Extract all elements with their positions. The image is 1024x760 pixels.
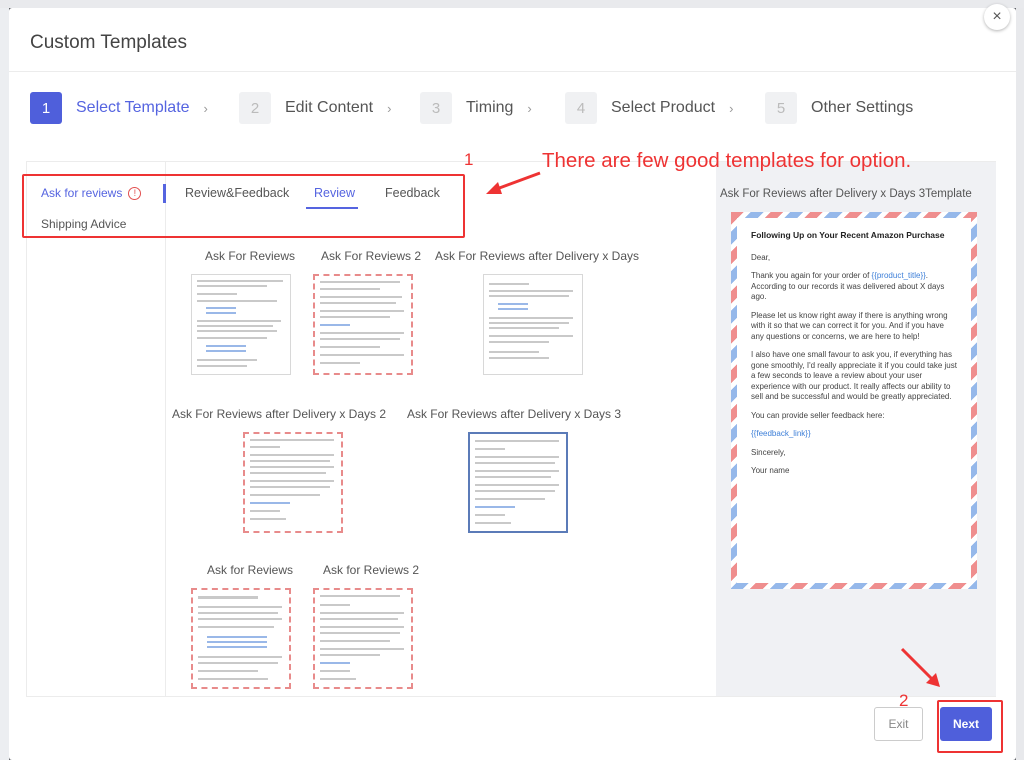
annotation-number: 1 (464, 150, 474, 169)
annotation-box-categories (22, 174, 465, 238)
template-thumbnail[interactable] (313, 588, 413, 689)
step-label: Timing (466, 99, 514, 116)
chevron-right-icon: › (527, 100, 532, 116)
preview-title: Ask For Reviews after Delivery x Days 3T… (720, 188, 972, 200)
chevron-right-icon: › (203, 100, 208, 116)
template-thumbnail[interactable] (191, 588, 291, 689)
letter-paragraph: Thank you again for your order of {{prod… (751, 271, 945, 301)
step-number: 3 (420, 92, 452, 124)
wizard-steps: 1 Select Template › 2 Edit Content › 3 T… (30, 91, 1000, 125)
step-select-template[interactable]: 1 Select Template › (30, 91, 208, 125)
modal-title: Custom Templates (30, 32, 187, 53)
step-select-product[interactable]: 4 Select Product › (565, 91, 733, 125)
placeholder-tag: {{product_title}} (871, 271, 926, 280)
step-other-settings[interactable]: 5 Other Settings (765, 91, 913, 125)
template-thumbnail[interactable] (191, 274, 291, 375)
placeholder-tag: {{feedback_link}} (751, 429, 811, 438)
template-caption: Ask For Reviews after Delivery x Days 2 (171, 407, 387, 421)
step-number: 5 (765, 92, 797, 124)
step-number: 2 (239, 92, 271, 124)
template-caption: Ask for Reviews (206, 563, 294, 577)
template-caption: Ask For Reviews after Delivery x Days (434, 249, 640, 263)
chevron-right-icon: › (387, 100, 392, 116)
step-timing[interactable]: 3 Timing › (420, 91, 532, 125)
letter-body: Following Up on Your Recent Amazon Purch… (737, 218, 971, 583)
template-caption: Ask For Reviews (204, 249, 296, 263)
step-label: Select Template (76, 99, 190, 116)
template-thumbnail[interactable] (483, 274, 583, 375)
template-thumbnail-selected[interactable] (468, 432, 568, 533)
backdrop-left (0, 8, 9, 760)
backdrop-strip (0, 0, 1024, 8)
annotation-note: There are few good templates for option. (542, 149, 912, 172)
template-caption: Ask For Reviews 2 (320, 249, 422, 263)
template-caption: Ask for Reviews 2 (322, 563, 420, 577)
backdrop-right (1016, 8, 1024, 760)
custom-templates-modal: × Custom Templates 1 Select Template › 2… (9, 4, 1016, 760)
template-thumbnail[interactable] (313, 274, 413, 375)
step-edit-content[interactable]: 2 Edit Content › (239, 91, 391, 125)
letter-heading: Following Up on Your Recent Amazon Purch… (751, 230, 945, 240)
template-caption: Ask For Reviews after Delivery x Days 3 (406, 407, 622, 421)
letter-paragraph: I also have one small favour to ask you,… (751, 350, 957, 401)
close-icon[interactable]: × (984, 4, 1010, 30)
step-number: 1 (30, 92, 62, 124)
chevron-right-icon: › (729, 100, 734, 116)
step-number: 4 (565, 92, 597, 124)
annotation-box-next (937, 700, 1003, 753)
header-divider (9, 71, 1016, 72)
letter-paragraph: Please let us know right away if there i… (751, 310, 948, 341)
template-thumbnail[interactable] (243, 432, 343, 533)
annotation-arrow-icon (486, 171, 541, 194)
step-label: Select Product (611, 99, 716, 116)
annotation-arrow-icon (900, 647, 940, 687)
category-list: Ask for reviews! Shipping Advice (27, 162, 166, 696)
airmail-letter: Following Up on Your Recent Amazon Purch… (731, 212, 977, 589)
letter-closing: Sincerely, (751, 447, 786, 457)
letter-paragraph: You can provide seller feedback here: (751, 410, 885, 420)
letter-signature: Your name (751, 466, 790, 475)
template-panel: Ask for reviews! Shipping Advice Review&… (26, 161, 996, 697)
step-label: Other Settings (811, 99, 914, 116)
template-preview: Ask For Reviews after Delivery x Days 3T… (716, 162, 996, 696)
step-label: Edit Content (285, 99, 374, 116)
letter-greeting: Dear, (751, 252, 771, 262)
exit-button[interactable]: Exit (874, 707, 923, 741)
